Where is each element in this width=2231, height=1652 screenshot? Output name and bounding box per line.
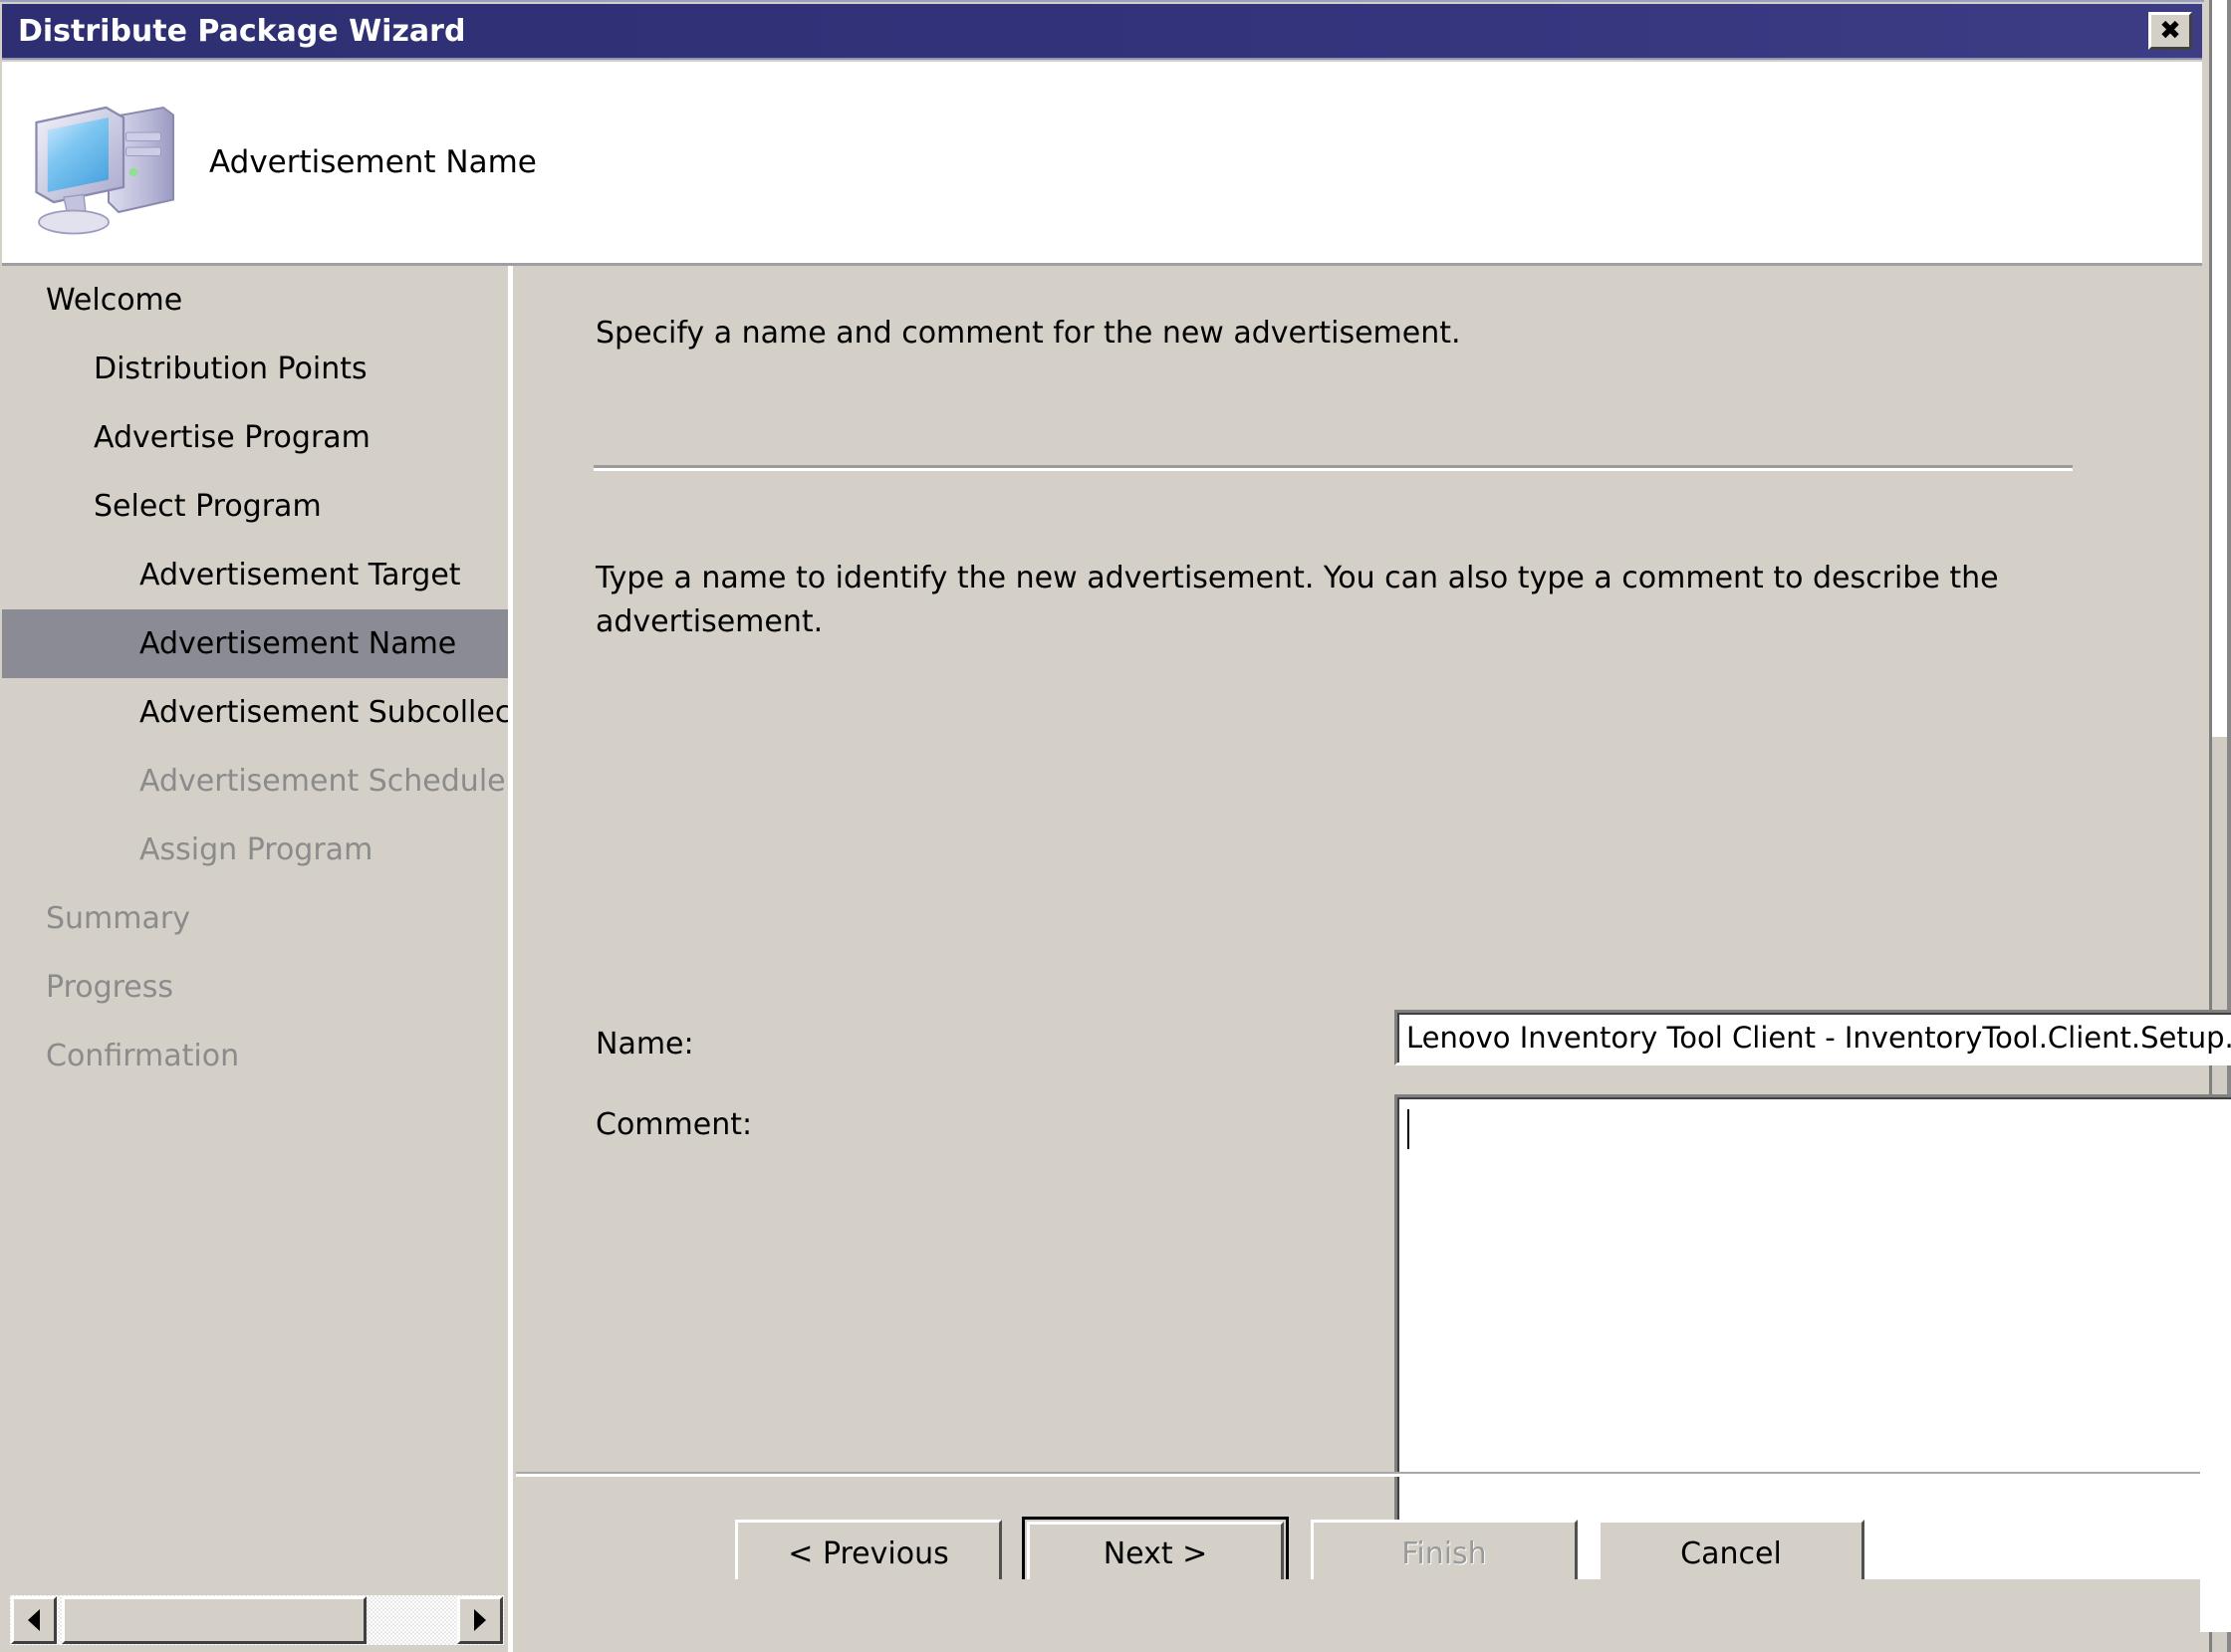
name-input[interactable]	[1397, 1013, 2231, 1062]
sidebar-item-advertisement-target[interactable]: Advertisement Target	[2, 541, 508, 609]
sidebar-item-label: Assign Program	[139, 832, 373, 867]
wizard-dialog-root: Distribute Package Wizard ✖ Advertisemen…	[0, 0, 2231, 1652]
cancel-button[interactable]: Cancel	[1598, 1520, 1864, 1587]
window-title: Distribute Package Wizard	[18, 13, 466, 49]
instruction-text: Type a name to identify the new advertis…	[596, 561, 1999, 639]
name-label: Name:	[596, 1027, 694, 1062]
horizontal-scrollbar[interactable]	[10, 1595, 504, 1645]
background-window-upper	[2212, 0, 2231, 737]
sidebar-item-progress: Progress	[2, 953, 508, 1022]
wizard-content-pane: Specify a name and comment for the new a…	[518, 266, 2231, 1632]
close-button[interactable]: ✖	[2148, 12, 2192, 50]
sidebar-item-advertisement-name[interactable]: Advertisement Name	[2, 609, 508, 678]
header-banner: Advertisement Name	[2, 62, 2202, 266]
sidebar-item-distribution-points[interactable]: Distribution Points	[2, 335, 508, 403]
sidebar-item-label: Distribution Points	[94, 352, 368, 386]
sidebar-item-label: Advertisement Schedule	[139, 764, 506, 799]
previous-button[interactable]: < Previous	[735, 1520, 1002, 1587]
sidebar-item-advertisement-schedule: Advertisement Schedule	[2, 747, 508, 816]
text-cursor	[1407, 1109, 1409, 1149]
horizontal-scrollbar-thumb[interactable]	[62, 1596, 367, 1644]
computer-icon	[35, 106, 174, 235]
scroll-left-button[interactable]	[11, 1596, 57, 1644]
triangle-right-icon	[474, 1609, 486, 1631]
name-field-frame	[1394, 1010, 2231, 1065]
header-title: Advertisement Name	[209, 144, 537, 180]
sidebar-item-label: Advertisement Name	[139, 626, 457, 661]
sidebar-item-label: Summary	[46, 901, 190, 936]
title-bar[interactable]: Distribute Package Wizard ✖	[2, 4, 2202, 60]
sidebar-item-welcome[interactable]: Welcome	[2, 266, 508, 335]
comment-label: Comment:	[596, 1107, 753, 1142]
sidebar-item-advertise-program[interactable]: Advertise Program	[2, 403, 508, 472]
wizard-step-list: Welcome Distribution Points Advertise Prog…	[2, 266, 513, 1579]
sidebar-item-select-program[interactable]: Select Program	[2, 472, 508, 541]
sidebar-item-advertisement-subcollec[interactable]: Advertisement Subcollec	[2, 678, 508, 747]
footer-separator	[516, 1472, 2200, 1477]
sidebar-item-confirmation: Confirmation	[2, 1022, 508, 1090]
triangle-left-icon	[28, 1609, 40, 1631]
header-separator	[594, 465, 2073, 471]
wizard-body: Welcome Distribution Points Advertise Prog…	[2, 266, 2231, 1632]
wizard-button-bar: < Previous Next > Finish Cancel	[516, 1508, 2200, 1590]
sidebar-item-label: Advertisement Subcollec	[139, 695, 512, 730]
next-button-label: Next >	[1103, 1535, 1208, 1571]
sidebar-item-label: Confirmation	[46, 1039, 240, 1073]
finish-button: Finish	[1311, 1520, 1578, 1587]
sidebar-scroll-region	[2, 1579, 513, 1652]
intro-text: Specify a name and comment for the new a…	[596, 316, 1461, 351]
scroll-right-button[interactable]	[457, 1596, 503, 1644]
sidebar-item-label: Welcome	[46, 283, 183, 318]
sidebar-item-label: Progress	[46, 970, 174, 1005]
close-icon: ✖	[2159, 16, 2181, 46]
sidebar-item-assign-program: Assign Program	[2, 816, 508, 884]
sidebar-item-label: Advertise Program	[94, 420, 371, 455]
wizard-window: Distribute Package Wizard ✖ Advertisemen…	[0, 0, 2231, 1652]
sidebar-item-label: Select Program	[94, 489, 322, 524]
sidebar-item-summary: Summary	[2, 884, 508, 953]
footer-filler	[516, 1579, 2200, 1652]
sidebar-item-label: Advertisement Target	[139, 558, 461, 592]
